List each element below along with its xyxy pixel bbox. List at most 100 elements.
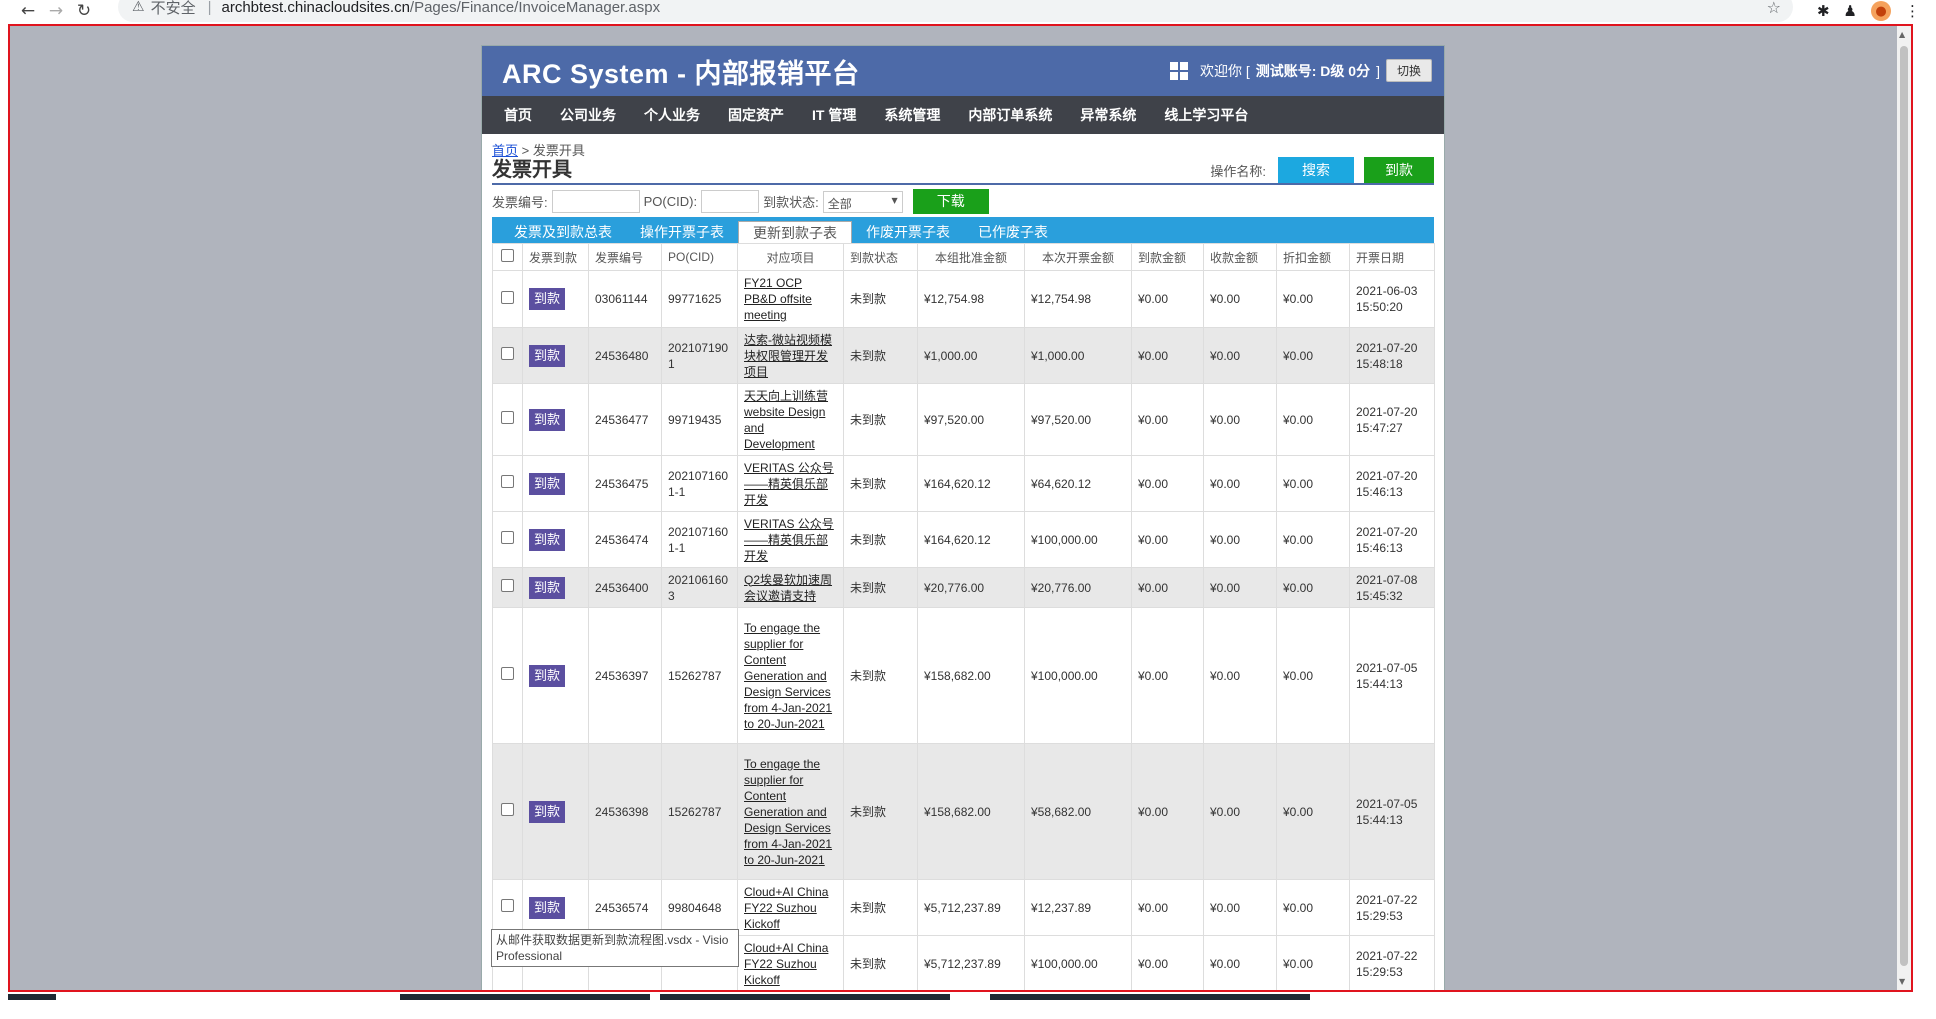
row-checkbox[interactable] <box>501 531 514 544</box>
project-link[interactable]: FY21 OCP PB&D offsite meeting <box>744 276 812 322</box>
issued-amount-cell: ¥20,776.00 <box>1024 567 1132 608</box>
project-link[interactable]: 天天向上训练营website Design and Development <box>744 389 828 451</box>
extensions-puzzle-icon[interactable]: ✱ <box>1817 2 1830 20</box>
tab-issue-invoice[interactable]: 操作开票子表 <box>626 221 738 243</box>
scroll-up-icon[interactable]: ▲ <box>1899 30 1905 39</box>
row-arrive-button[interactable]: 到款 <box>529 344 566 367</box>
select-all-checkbox[interactable] <box>501 249 514 262</box>
taskbar-strip <box>0 994 1936 1019</box>
project-cell: VERITAS 公众号——精英俱乐部开发 <box>737 511 844 568</box>
app-page: ARC System - 内部报销平台 欢迎你 [ 测试账号: D级 0分 ] … <box>481 45 1445 990</box>
project-link[interactable]: VERITAS 公众号——精英俱乐部开发 <box>744 517 834 563</box>
row-checkbox[interactable] <box>501 667 514 680</box>
invoice-date-cell: 2021-07-20 15:46:13 <box>1349 511 1435 568</box>
project-link[interactable]: To engage the supplier for Content Gener… <box>744 621 832 731</box>
status-cell: 未到款 <box>843 327 918 384</box>
status-select[interactable]: 全部 ▼ <box>822 190 903 213</box>
invoice-no-cell: 24536398 <box>588 743 662 880</box>
po-cell: 2021061603 <box>661 567 738 608</box>
row-checkbox[interactable] <box>501 347 514 360</box>
issued-amount-cell: ¥1,000.00 <box>1024 327 1132 384</box>
row-arrive-cell: 到款 <box>522 879 589 936</box>
project-link[interactable]: 达索-微站视频模块权限管理开发项目 <box>744 333 832 379</box>
project-cell: Q2埃曼软加速周会议邀请支持 <box>737 567 844 608</box>
project-cell: 达索-微站视频模块权限管理开发项目 <box>737 327 844 384</box>
vertical-scrollbar[interactable]: ▲ ▼ <box>1897 26 1911 990</box>
tab-update-payment[interactable]: 更新到款子表 <box>738 221 852 243</box>
po-cell: 2021071901 <box>661 327 738 384</box>
row-arrive-button[interactable]: 到款 <box>529 528 566 551</box>
project-cell: FY21 OCP PB&D offsite meeting <box>737 270 844 328</box>
menu-item-personal[interactable]: 个人业务 <box>630 96 714 134</box>
po-label: PO(CID): <box>643 194 698 209</box>
project-link[interactable]: VERITAS 公众号——精英俱乐部开发 <box>744 461 834 507</box>
tab-voided[interactable]: 已作废子表 <box>964 221 1062 243</box>
row-arrive-button[interactable]: 到款 <box>529 800 566 823</box>
collected-amount-cell: ¥0.00 <box>1203 567 1277 608</box>
scroll-down-icon[interactable]: ▼ <box>1899 977 1905 986</box>
menu-item-learning[interactable]: 线上学习平台 <box>1150 96 1262 134</box>
project-cell: To engage the supplier for Content Gener… <box>737 743 844 880</box>
row-checkbox[interactable] <box>501 290 514 304</box>
scrollbar-thumb[interactable] <box>1900 46 1908 966</box>
row-checkbox[interactable] <box>501 475 514 488</box>
row-arrive-button[interactable]: 到款 <box>529 288 566 310</box>
row-arrive-button[interactable]: 到款 <box>529 896 566 919</box>
row-arrive-button[interactable]: 到款 <box>529 664 566 687</box>
title-row: 发票开具 操作名称: 搜索 到款 <box>492 157 1434 185</box>
issued-amount-cell: ¥58,682.00 <box>1024 743 1132 880</box>
forward-arrow-icon[interactable]: → <box>42 0 70 22</box>
invoice-no-input[interactable] <box>551 190 640 213</box>
tab-void-invoice[interactable]: 作废开票子表 <box>852 221 964 243</box>
col-header-discount: 折扣金额 <box>1276 243 1350 271</box>
menu-item-exceptions[interactable]: 异常系统 <box>1066 96 1150 134</box>
row-checkbox[interactable] <box>501 579 514 592</box>
url-path: /Pages/Finance/InvoiceManager.aspx <box>409 0 661 16</box>
menu-item-system[interactable]: 系统管理 <box>870 96 954 134</box>
project-cell: Cloud+AI China FY22 Suzhou Kickoff <box>737 935 844 990</box>
reload-icon[interactable]: ↻ <box>70 0 98 22</box>
menu-item-it[interactable]: IT 管理 <box>798 96 870 134</box>
invoice-no-cell: 24536475 <box>588 455 662 512</box>
menu-item-assets[interactable]: 固定资产 <box>714 96 798 134</box>
person-icon[interactable]: ♟ <box>1844 2 1857 20</box>
table-row: 到款 24536397 15262787 To engage the suppl… <box>492 607 1435 744</box>
row-select-cell <box>492 270 523 328</box>
po-input[interactable] <box>701 190 760 213</box>
arrive-button[interactable]: 到款 <box>1364 157 1434 183</box>
profile-avatar-icon[interactable]: ● <box>1871 1 1891 21</box>
breadcrumb-home-link[interactable]: 首页 <box>492 143 518 158</box>
menu-item-orders[interactable]: 内部订单系统 <box>954 96 1066 134</box>
project-link[interactable]: Cloud+AI China FY22 Suzhou Kickoff <box>744 885 828 931</box>
taskbar-segment <box>8 994 56 1000</box>
row-checkbox[interactable] <box>501 899 514 912</box>
menu-item-company[interactable]: 公司业务 <box>546 96 630 134</box>
menu-item-home[interactable]: 首页 <box>490 96 546 134</box>
tab-summary[interactable]: 发票及到款总表 <box>500 221 626 243</box>
issued-amount-cell: ¥100,000.00 <box>1024 607 1132 744</box>
project-link[interactable]: Q2埃曼软加速周会议邀请支持 <box>744 573 832 603</box>
row-arrive-button[interactable]: 到款 <box>529 576 566 599</box>
row-arrive-cell: 到款 <box>522 270 589 328</box>
collected-amount-cell: ¥0.00 <box>1203 455 1277 512</box>
row-select-cell <box>492 327 523 384</box>
row-arrive-button[interactable]: 到款 <box>529 408 566 431</box>
extension-area: ✱ ♟ ● ⋮ <box>1817 0 1936 22</box>
bookmark-star-icon[interactable]: ☆ <box>1767 0 1781 17</box>
more-menu-icon[interactable]: ⋮ <box>1905 2 1920 20</box>
issued-amount-cell: ¥12,754.98 <box>1024 270 1132 328</box>
apps-grid-icon[interactable] <box>1169 61 1188 80</box>
status-cell: 未到款 <box>843 607 918 744</box>
address-bar[interactable]: ⚠ 不安全 | archbtest.chinacloudsites.cn/Pag… <box>118 0 1793 22</box>
project-cell: VERITAS 公众号——精英俱乐部开发 <box>737 455 844 512</box>
invoice-date-cell: 2021-07-22 15:29:53 <box>1349 935 1435 990</box>
back-arrow-icon[interactable]: ← <box>14 0 42 22</box>
project-link[interactable]: To engage the supplier for Content Gener… <box>744 757 832 867</box>
search-button[interactable]: 搜索 <box>1278 157 1354 183</box>
row-checkbox[interactable] <box>501 803 514 816</box>
switch-account-button[interactable]: 切换 <box>1385 59 1432 82</box>
row-checkbox[interactable] <box>501 411 514 424</box>
project-link[interactable]: Cloud+AI China FY22 Suzhou Kickoff <box>744 941 828 987</box>
row-arrive-button[interactable]: 到款 <box>529 472 566 495</box>
download-button[interactable]: 下载 <box>912 189 989 214</box>
